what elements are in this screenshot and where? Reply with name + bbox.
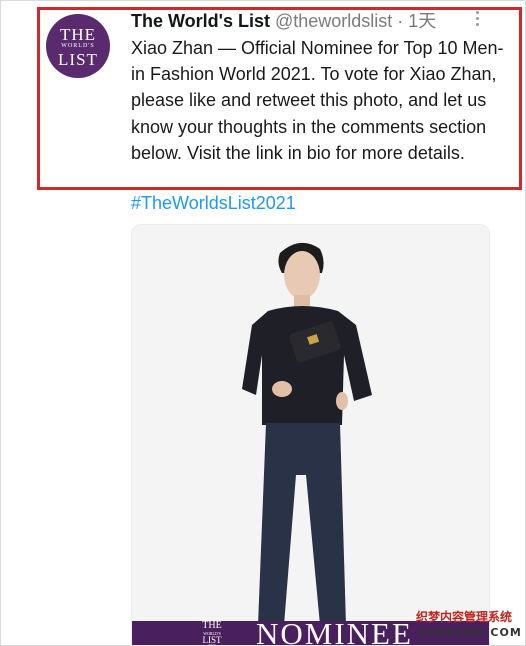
display-name[interactable]: The World's List — [131, 11, 270, 31]
more-options-icon[interactable] — [474, 11, 480, 29]
banner-title: NOMINEE — [256, 616, 413, 646]
user-handle[interactable]: @theworldslist — [275, 11, 392, 31]
photo-illustration — [132, 225, 489, 645]
banner-logo-the: THE — [202, 620, 222, 631]
tweet-header: The World's List @theworldslist · 1天 — [131, 10, 436, 32]
tweet-time[interactable]: · 1天 — [392, 11, 436, 31]
tweet-text: Xiao Zhan — Official Nominee for Top 10 … — [131, 38, 504, 163]
avatar-text-list: LIST — [58, 50, 98, 69]
banner-logo: THE WORLD'S LIST 2021 — [194, 621, 230, 646]
site-watermark: 织梦内容管理系统 DEDECMS.COM — [416, 610, 522, 644]
watermark-cn-text: 织梦内容管理系统 — [416, 610, 513, 624]
hashtag-link[interactable]: #TheWorldsList2021 — [131, 191, 296, 215]
avatar[interactable]: THE WORLD'S LIST — [46, 14, 110, 78]
avatar-text-worlds: WORLD'S — [61, 43, 95, 49]
watermark-domain: DEDECMS.COM — [418, 626, 522, 639]
tweet-photo[interactable]: THE WORLD'S LIST 2021 NOMINEE — [131, 224, 490, 646]
avatar-text-the: THE — [59, 25, 97, 44]
